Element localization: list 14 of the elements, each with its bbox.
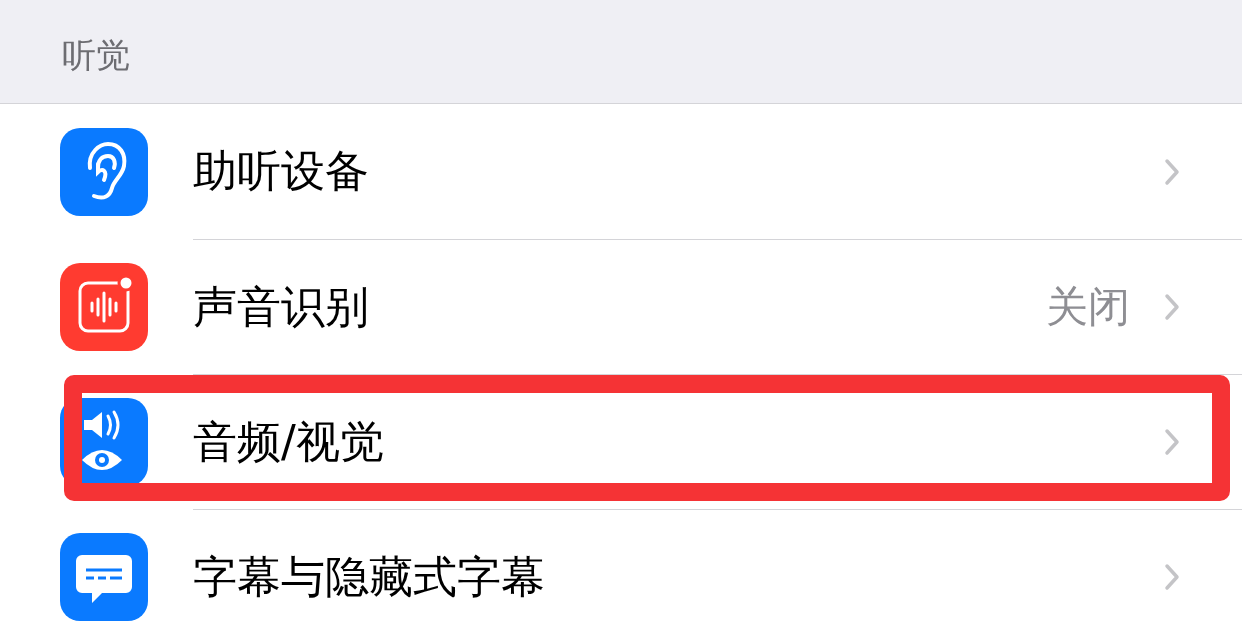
row-value: 关闭	[1046, 281, 1130, 333]
chevron-icon	[1164, 293, 1180, 321]
settings-row[interactable]: 音频/视觉	[0, 374, 1242, 509]
row-label: 音频/视觉	[193, 414, 385, 469]
section-header: 听觉	[62, 34, 130, 77]
settings-row[interactable]: 声音识别 关闭	[0, 239, 1242, 374]
chevron-icon	[1164, 157, 1180, 186]
row-label: 助听设备	[193, 144, 370, 198]
row-label: 字幕与隐藏式字幕	[193, 549, 546, 604]
settings-row[interactable]: 字幕与隐藏式字幕	[0, 509, 1242, 639]
chevron-icon	[1164, 428, 1180, 456]
chevron-icon	[1164, 563, 1180, 591]
row-label: 声音识别	[193, 279, 370, 334]
settings-row[interactable]: 助听设备	[0, 104, 1242, 239]
